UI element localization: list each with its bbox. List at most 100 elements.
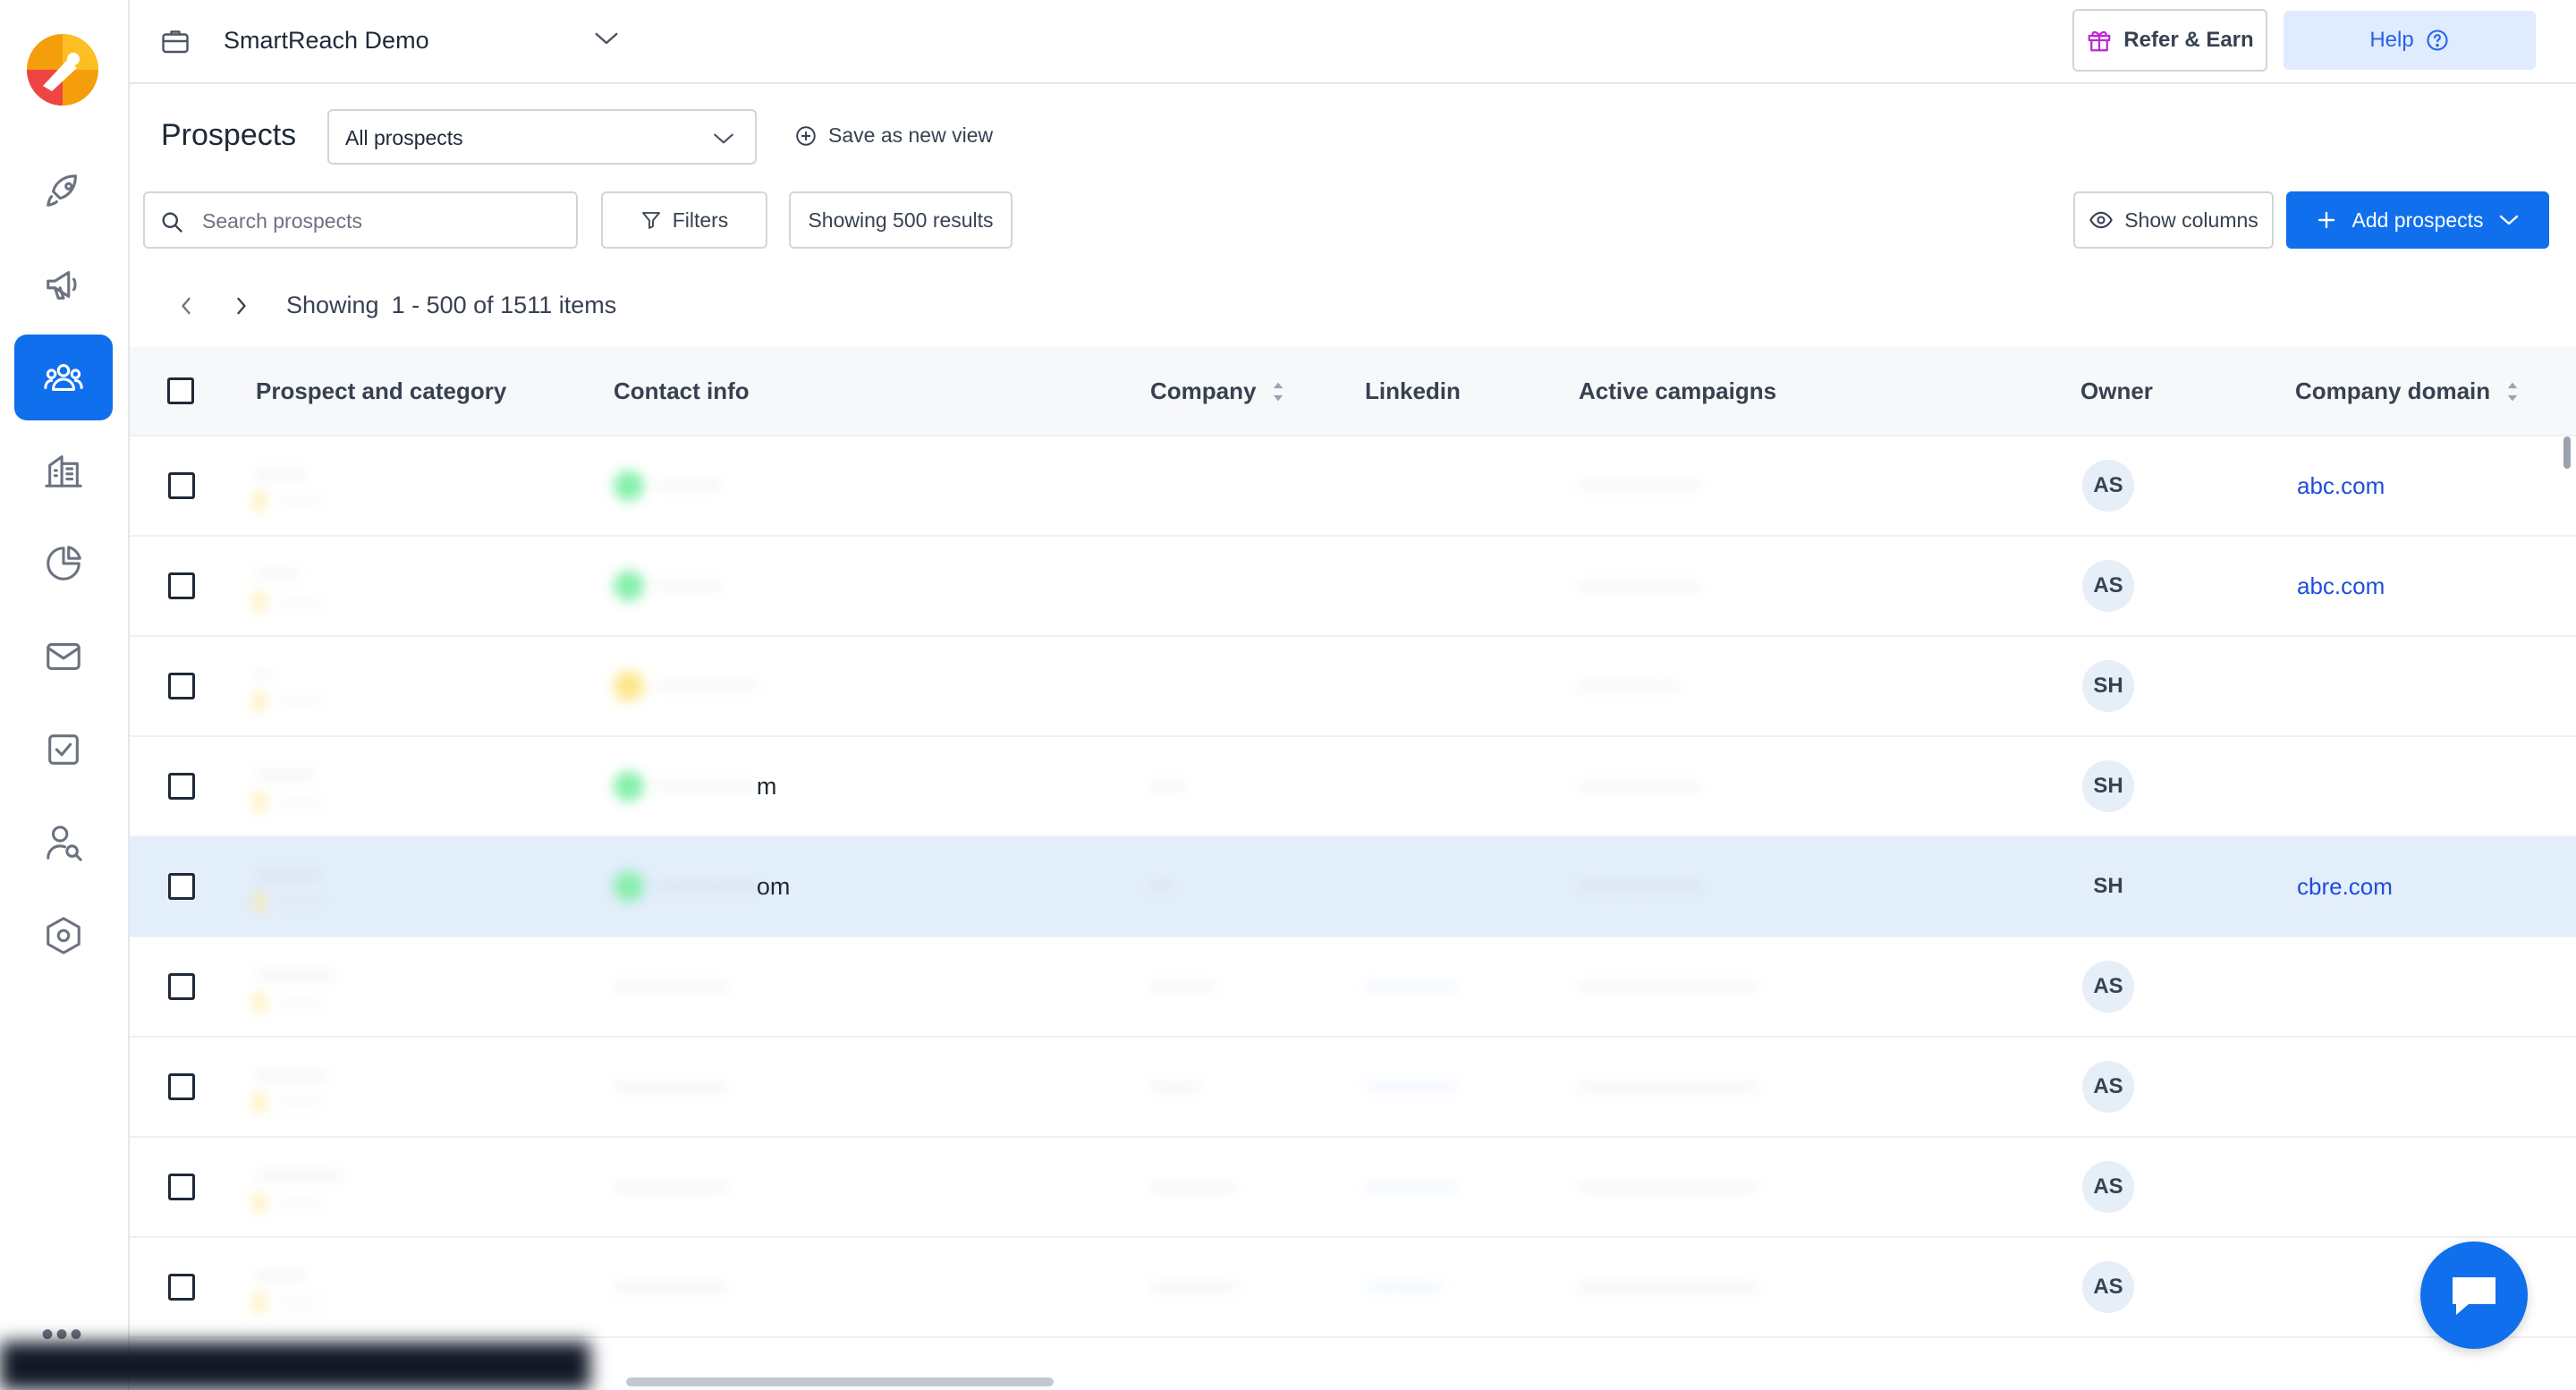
showing-results-button[interactable]: Showing 500 results (789, 191, 1013, 249)
table-row[interactable]: ······· ········· ········· ·············… (130, 436, 2576, 537)
users-icon (44, 364, 83, 391)
view-select[interactable]: All prospects (327, 109, 757, 165)
sidebar-item-prospect-search[interactable] (14, 800, 113, 886)
prospect-cell[interactable]: ······· ········· (256, 1238, 324, 1336)
row-checkbox[interactable] (168, 673, 195, 699)
gift-icon (2088, 30, 2111, 52)
table-row[interactable]: ······· ········· ················ ······… (130, 1238, 2576, 1338)
column-header-contact[interactable]: Contact info (614, 377, 750, 405)
workspace-chevron-down-icon[interactable] (593, 29, 620, 48)
owner-cell: SH (2082, 737, 2134, 835)
workspace-name[interactable]: SmartReach Demo (224, 27, 429, 55)
table-row[interactable]: ········· ········· ·············· om ··· … (130, 837, 2576, 937)
company-domain-link[interactable]: abc.com (2297, 572, 2385, 600)
row-checkbox[interactable] (168, 973, 195, 1000)
sidebar-item-accounts[interactable] (14, 428, 113, 513)
chat-support-button[interactable] (2420, 1242, 2528, 1349)
prospect-cell[interactable]: ··········· ········· (256, 937, 335, 1036)
sidebar-item-reports[interactable] (14, 521, 113, 606)
column-header-company[interactable]: Company (1150, 377, 1284, 405)
owner-cell: SH (2082, 637, 2134, 735)
contact-cell: ················ (614, 1074, 728, 1098)
prospect-cell[interactable]: ········ ········· (256, 737, 324, 835)
table-row[interactable]: ········ ········· ·············· m ····· … (130, 737, 2576, 837)
prospect-cell[interactable]: ·········· ········· (256, 1038, 327, 1136)
sidebar-item-tasks[interactable] (14, 707, 113, 792)
chat-icon (2453, 1277, 2496, 1315)
table-row[interactable]: ············ ········· ················ ·… (130, 1138, 2576, 1238)
view-select-value: All prospects (345, 126, 463, 149)
horizontal-scrollbar-thumb[interactable] (626, 1377, 1054, 1386)
column-header-linkedin[interactable]: Linkedin (1365, 377, 1461, 405)
campaigns-cell: ·············· (1579, 674, 1679, 698)
help-button[interactable]: Help (2284, 11, 2536, 70)
owner-avatar: AS (2082, 1161, 2134, 1213)
column-header-owner[interactable]: Owner (2080, 377, 2153, 405)
sidebar-item-campaigns[interactable] (14, 242, 113, 327)
sort-icon[interactable] (1272, 380, 1284, 403)
pie-chart-icon (47, 546, 81, 581)
table-row[interactable]: ·········· ········· ················ ···… (130, 1038, 2576, 1138)
prospect-cell[interactable]: ············ ········· (256, 1138, 342, 1236)
column-header-campaigns[interactable]: Active campaigns (1579, 377, 1776, 405)
sidebar-item-getting-started[interactable] (14, 148, 113, 234)
eye-icon (2089, 211, 2113, 229)
prospect-cell[interactable]: ·· ········· (256, 637, 324, 735)
domain-cell[interactable]: abc.com (2297, 537, 2385, 635)
row-checkbox[interactable] (168, 1174, 195, 1200)
smartreach-logo[interactable] (25, 32, 100, 107)
company-cell: ············ (1150, 1275, 1236, 1299)
plus-circle-icon (796, 125, 816, 146)
sidebar-item-inbox[interactable] (14, 614, 113, 699)
save-as-new-view-button[interactable]: Save as new view (794, 123, 993, 148)
contact-cell: ················ (614, 1275, 728, 1299)
column-header-prospect[interactable]: Prospect and category (256, 377, 506, 405)
row-checkbox[interactable] (168, 873, 195, 900)
contact-cell: ········· (614, 436, 721, 535)
row-checkbox[interactable] (168, 773, 195, 800)
contact-cell: ·············· (614, 637, 757, 735)
sidebar-item-prospects[interactable] (14, 335, 113, 420)
row-checkbox[interactable] (168, 1274, 195, 1301)
linkedin-cell[interactable]: ············· (1365, 1138, 1458, 1236)
company-domain-link[interactable]: cbre.com (2297, 873, 2393, 901)
show-columns-button[interactable]: Show columns (2073, 191, 2274, 249)
campaigns-cell: ················· (1579, 473, 1700, 497)
domain-cell[interactable]: cbre.com (2297, 837, 2393, 936)
show-columns-label: Show columns (2124, 208, 2258, 232)
select-all-checkbox[interactable] (167, 377, 194, 404)
top-bar: SmartReach Demo Refer & Earn Help (130, 0, 2576, 84)
table-row[interactable]: ·· ········· ·············· ·············… (130, 637, 2576, 737)
rocket-icon (47, 174, 77, 207)
search-input[interactable] (202, 204, 560, 238)
vertical-scrollbar-thumb[interactable] (2563, 436, 2571, 469)
table-row[interactable]: ··········· ········· ················ ··… (130, 937, 2576, 1038)
filters-button[interactable]: Filters (601, 191, 767, 249)
linkedin-cell[interactable]: ············· (1365, 937, 1458, 1036)
prospect-cell[interactable]: ······· ········· (256, 436, 324, 535)
prospect-cell[interactable]: ········· ········· (256, 837, 324, 936)
sort-icon[interactable] (2506, 380, 2519, 403)
row-checkbox[interactable] (168, 472, 195, 499)
add-prospects-button[interactable]: Add prospects (2286, 191, 2549, 249)
page-title: Prospects (161, 118, 297, 152)
prospect-cell[interactable]: ······ ········· (256, 537, 324, 635)
column-header-domain[interactable]: Company domain (2295, 377, 2519, 405)
company-cell: ············ (1150, 1174, 1236, 1199)
megaphone-icon (47, 271, 77, 300)
refer-earn-button[interactable]: Refer & Earn (2072, 9, 2267, 72)
linkedin-cell[interactable]: ············· (1365, 1038, 1458, 1136)
checkbox-icon (48, 734, 79, 765)
table-row[interactable]: ······ ········· ········· ··············… (130, 537, 2576, 637)
help-circle-icon (2427, 30, 2448, 51)
sidebar-item-settings[interactable] (14, 893, 113, 979)
previous-page-icon[interactable] (175, 293, 197, 318)
search-box[interactable] (143, 191, 578, 249)
owner-avatar: AS (2082, 560, 2134, 612)
next-page-icon[interactable] (231, 293, 252, 318)
domain-cell[interactable]: abc.com (2297, 436, 2385, 535)
row-checkbox[interactable] (168, 572, 195, 599)
row-checkbox[interactable] (168, 1073, 195, 1100)
linkedin-cell[interactable]: ··········· (1365, 1238, 1444, 1336)
company-domain-link[interactable]: abc.com (2297, 472, 2385, 500)
